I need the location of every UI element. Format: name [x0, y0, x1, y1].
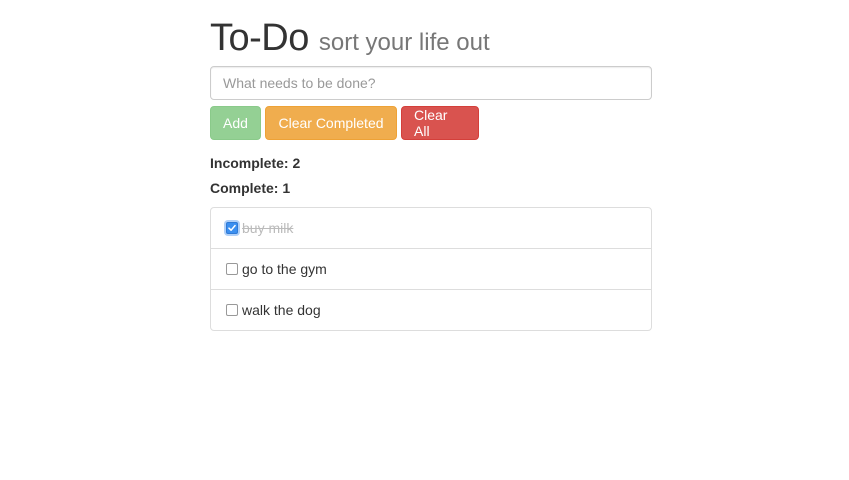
- action-buttons: Add Clear Completed Clear All: [210, 106, 652, 140]
- todo-text: buy milk: [242, 220, 294, 236]
- todo-list: buy milk go to the gym walk the dog: [210, 207, 652, 331]
- todo-checkbox[interactable]: [226, 263, 238, 275]
- complete-count: 1: [282, 180, 291, 196]
- todo-text: go to the gym: [242, 261, 327, 277]
- incomplete-count: 2: [292, 155, 301, 171]
- todo-stats: Incomplete: 2 Complete: 1: [210, 156, 652, 206]
- todo-app: To-Do sort your life out Add Clear Compl…: [210, 0, 652, 331]
- clear-completed-button[interactable]: Clear Completed: [265, 106, 397, 140]
- todo-checkbox[interactable]: [226, 304, 238, 316]
- todo-item: walk the dog: [211, 290, 651, 330]
- page-header: To-Do sort your life out: [210, 17, 652, 59]
- incomplete-stat: Incomplete: 2: [210, 156, 652, 181]
- todo-item: go to the gym: [211, 249, 651, 290]
- new-todo-input[interactable]: [210, 66, 652, 100]
- complete-stat: Complete: 1: [210, 181, 652, 206]
- add-button[interactable]: Add: [210, 106, 261, 140]
- todo-text: walk the dog: [242, 302, 321, 318]
- todo-checkbox[interactable]: [226, 222, 238, 234]
- complete-label: Complete:: [210, 180, 279, 196]
- page-subtitle: sort your life out: [318, 29, 490, 56]
- checkmark-icon: [228, 224, 236, 231]
- page-title: To-Do: [210, 17, 309, 59]
- clear-all-button[interactable]: Clear All: [401, 106, 479, 140]
- incomplete-label: Incomplete:: [210, 155, 289, 171]
- todo-item: buy milk: [211, 208, 651, 249]
